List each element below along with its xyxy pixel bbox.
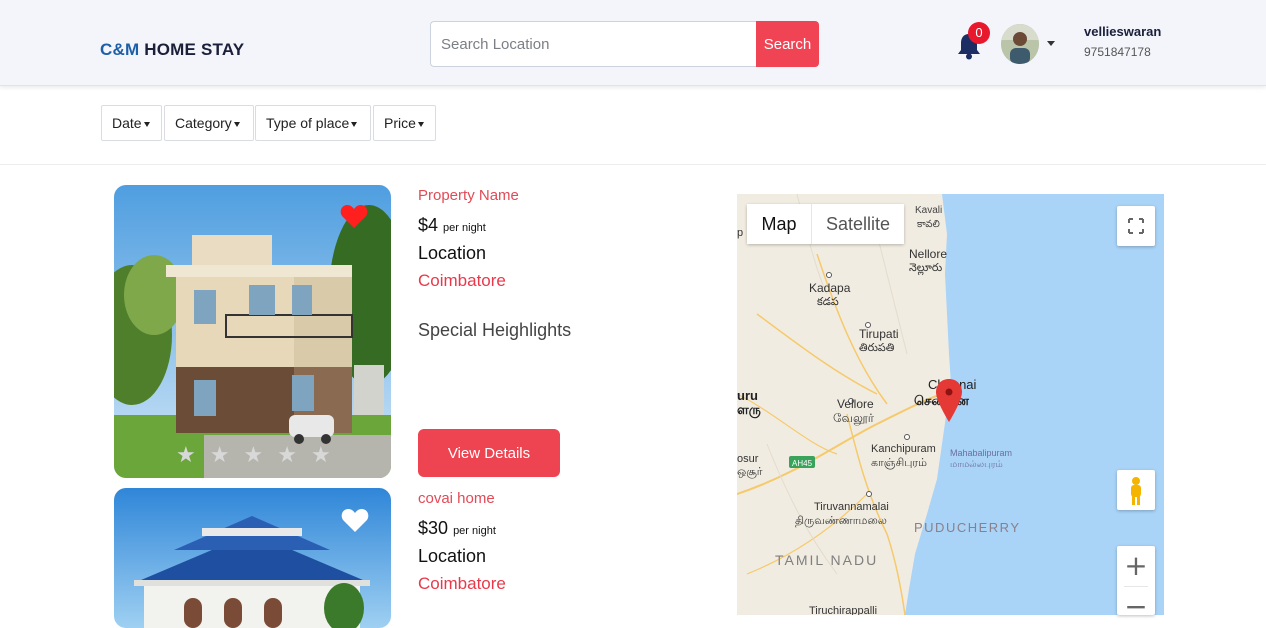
map-label: மாமல்லபுரம்: [950, 459, 1003, 469]
map-label: TAMIL NADU: [775, 552, 878, 568]
star-icon[interactable]: ★: [277, 442, 311, 467]
search-bar: Search: [430, 21, 819, 67]
map-label: Kanchipuram: [871, 443, 936, 455]
highway-shield: AH45: [792, 459, 813, 468]
brand-part-1: C&M: [100, 40, 140, 59]
caret-down-icon: [417, 121, 424, 127]
section-divider: [0, 164, 1266, 165]
property-name[interactable]: covai home: [418, 490, 495, 507]
price-value: $4: [418, 215, 439, 235]
rating-stars: ★★★★★: [176, 442, 345, 468]
zoom-in-button[interactable]: +: [1117, 546, 1155, 586]
map-label: Nellore: [909, 247, 947, 261]
location-label: Location: [418, 546, 487, 566]
street-view-pegman[interactable]: [1117, 470, 1155, 510]
top-navbar: C&M HOME STAY Search 0 vellieswaran 9751…: [0, 0, 1266, 86]
star-icon[interactable]: ★: [176, 442, 210, 467]
property-name[interactable]: Property Name: [418, 187, 519, 204]
map-label: uru: [737, 388, 758, 403]
user-phone: 9751847178: [1084, 45, 1151, 59]
map-tab-satellite[interactable]: Satellite: [811, 204, 904, 244]
filter-type-of-place-button[interactable]: Type of place: [255, 105, 371, 141]
map-label: కావలి: [917, 219, 940, 230]
caret-down-icon: [351, 121, 358, 127]
special-highlights: Special Heighlights: [418, 320, 572, 340]
location-value: Coimbatore: [418, 574, 506, 593]
map-label: ஒசூர்: [737, 466, 763, 479]
zoom-out-icon: −: [1124, 590, 1148, 615]
avatar[interactable]: [1001, 24, 1039, 64]
search-button[interactable]: Search: [756, 21, 819, 67]
zoom-in-icon: +: [1124, 549, 1148, 582]
map-label: Tiruvannamalai: [814, 501, 889, 513]
filter-date-label: Date: [112, 115, 142, 131]
filter-category-label: Category: [175, 115, 232, 131]
map-label: திருவண்ணாமலை: [795, 515, 887, 527]
filter-date-button[interactable]: Date: [101, 105, 162, 141]
brand-logo[interactable]: C&M HOME STAY: [100, 40, 244, 60]
view-details-button[interactable]: View Details: [418, 429, 560, 477]
zoom-out-button[interactable]: −: [1117, 587, 1155, 615]
filter-category-button[interactable]: Category: [164, 105, 254, 141]
user-photo: [1001, 24, 1039, 64]
map-label: Kavali: [915, 205, 942, 216]
map-label: காஞ்சிபுரம்: [871, 457, 927, 469]
user-menu-caret-icon[interactable]: [1047, 41, 1055, 46]
map-label: తిరుపతి: [859, 342, 895, 354]
map-label: Kadapa: [809, 281, 851, 295]
map-label: కడప: [817, 296, 839, 308]
map-label: PUDUCHERRY: [914, 520, 1021, 535]
zoom-control: + −: [1117, 546, 1155, 615]
user-name: vellieswaran: [1084, 24, 1162, 39]
pegman-icon: [1131, 477, 1141, 505]
map-tab-map[interactable]: Map: [747, 204, 811, 244]
favorite-heart-icon[interactable]: [340, 203, 368, 229]
star-icon[interactable]: ★: [210, 442, 244, 467]
map-type-control: Map Satellite: [747, 204, 904, 244]
map-label: வேலூர்: [833, 411, 875, 426]
map-label: ளரு: [737, 402, 761, 418]
location-value: Coimbatore: [418, 271, 506, 290]
notification-badge: 0: [968, 22, 990, 44]
star-icon[interactable]: ★: [243, 442, 277, 467]
fullscreen-button[interactable]: [1117, 206, 1155, 246]
brand-part-2: HOME STAY: [144, 40, 245, 59]
property-price: $30 per night: [418, 518, 496, 539]
location-label: Location: [418, 243, 487, 263]
caret-down-icon: [233, 121, 240, 127]
search-location-input[interactable]: [430, 21, 757, 67]
price-unit: per night: [443, 222, 486, 234]
filter-type-label: Type of place: [266, 115, 350, 131]
filter-price-label: Price: [384, 115, 416, 131]
price-value: $30: [418, 518, 449, 538]
property-price: $4 per night: [418, 215, 486, 236]
star-icon[interactable]: ★: [311, 442, 345, 467]
map-label: p: [737, 227, 743, 239]
map-label: Vellore: [837, 397, 874, 411]
map-view[interactable]: Kavali కావలి Nellore నెల్లూరు Kadapa కడప…: [737, 194, 1164, 615]
caret-down-icon: [143, 121, 150, 127]
fullscreen-icon: [1128, 218, 1144, 234]
price-unit: per night: [453, 525, 496, 537]
map-label: నెల్లూరు: [909, 262, 942, 276]
map-label: osur: [737, 453, 759, 465]
map-canvas: Kavali కావలి Nellore నెల్లూరు Kadapa కడప…: [737, 194, 1164, 615]
filter-price-button[interactable]: Price: [373, 105, 436, 141]
favorite-heart-icon[interactable]: [341, 507, 369, 533]
map-label: Tiruchirappalli: [809, 605, 877, 615]
map-label: Tirupati: [859, 327, 899, 341]
map-label: Mahabalipuram: [950, 448, 1012, 458]
